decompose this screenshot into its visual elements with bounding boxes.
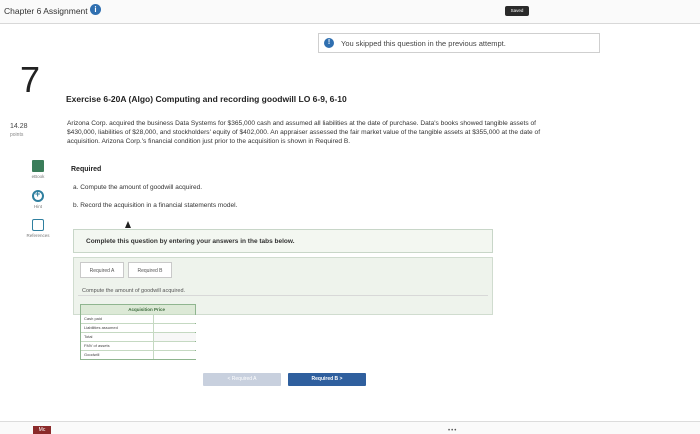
table-row: Goodwill [81,350,196,359]
problem-statement: Arizona Corp. acquired the business Data… [67,120,541,145]
tab-required-b[interactable]: Required B [128,262,172,278]
instruction-text: Complete this question by entering your … [86,238,295,245]
row-label: FMV of assets [84,343,110,348]
requirement-a: a. Compute the amount of goodwill acquir… [73,184,202,191]
skipped-notice: ! You skipped this question in the previ… [318,33,600,53]
table-row: Total [81,332,196,341]
ebook-label: eBook [31,174,45,179]
points-label: points [10,131,24,138]
required-heading: Required [71,166,102,173]
more-dots-icon[interactable]: ••• [448,428,457,434]
row-label: Liabilities assumed [84,325,118,330]
info-icon[interactable]: i [90,4,101,15]
tab-prompt: Compute the amount of goodwill acquired. [82,288,186,294]
top-bar [0,0,700,24]
requirement-b: b. Record the acquisition in a financial… [73,202,238,209]
goodwill-input[interactable] [153,351,196,359]
fmv-assets-input[interactable] [153,342,196,350]
row-label: Goodwill [84,352,100,357]
ebook-tool[interactable]: eBook [20,160,56,179]
row-label: Cash paid [84,316,103,321]
skipped-notice-text: You skipped this question in the previou… [341,39,506,48]
ebook-icon [32,160,44,172]
footer-bar [0,421,700,434]
next-required-button[interactable]: Required B > [288,373,366,386]
table-row: FMV of assets [81,341,196,350]
alert-icon: ! [324,38,334,48]
total-input[interactable] [153,333,196,341]
publisher-logo: Mc [33,426,51,434]
references-label: References [26,233,50,238]
prev-required-button[interactable]: < Required A [203,373,281,386]
hint-icon [32,189,44,202]
instruction-bar: Complete this question by entering your … [73,229,493,253]
question-number: 7 [20,59,41,100]
tab-required-a[interactable]: Required A [80,262,124,278]
points-value: 14.28 [10,123,28,130]
divider [78,295,488,296]
saved-badge: Saved [505,6,529,16]
hint-label: Hint [33,204,42,209]
goodwill-table: Acquisition Price Cash paid Liabilities … [80,304,196,360]
table-row: Cash paid [81,314,196,323]
table-header: Acquisition Price [81,305,195,314]
hint-tool[interactable]: Hint [20,189,56,209]
mouse-cursor-icon [125,221,131,228]
liabilities-assumed-input[interactable] [153,324,196,332]
exercise-title: Exercise 6-20A (Algo) Computing and reco… [66,94,347,104]
row-label: Total [84,334,93,339]
references-icon [32,219,44,231]
table-row: Liabilities assumed [81,323,196,332]
references-tool[interactable]: References [20,219,56,238]
assignment-title: Chapter 6 Assignment [4,6,88,16]
points-block: 14.28 points [10,123,28,138]
cash-paid-input[interactable] [153,315,196,323]
